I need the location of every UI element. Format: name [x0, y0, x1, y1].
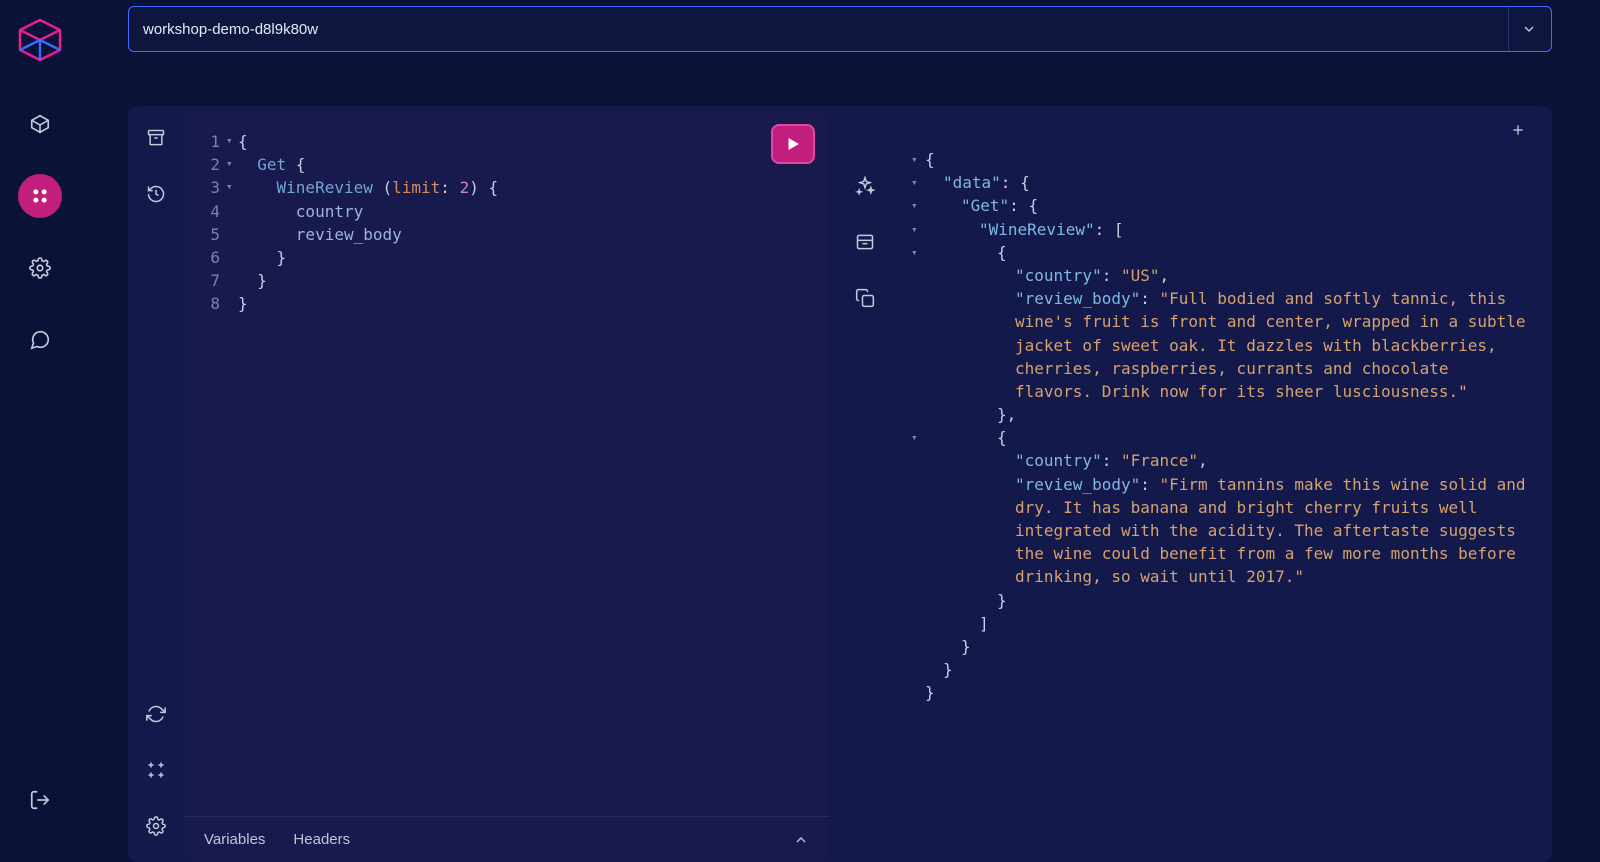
result-line: ▾"data": { [911, 171, 1528, 194]
result-line: } [911, 658, 1528, 681]
nav-cube-icon[interactable] [18, 102, 62, 146]
result-line: ▾{ [911, 241, 1528, 264]
query-panel: 1▾{2▾ Get {3▾ WineReview (limit: 2) {4 c… [184, 112, 829, 862]
result-line: } [911, 681, 1528, 704]
tab-variables[interactable]: Variables [204, 831, 265, 848]
code-line: 1▾{ [198, 130, 811, 153]
weaviate-logo [16, 18, 64, 62]
result-line: } [911, 635, 1528, 658]
nav-chat-icon[interactable] [18, 318, 62, 362]
result-line: }, [911, 403, 1528, 426]
result-line: ] [911, 612, 1528, 635]
result-line: "review_body": "Firm tannins make this w… [911, 473, 1528, 589]
instance-selector[interactable]: workshop-demo-d8l9k80w [128, 6, 1552, 52]
result-line: "country": "France", [911, 449, 1528, 472]
util-column [841, 112, 889, 862]
refresh-icon[interactable] [136, 694, 176, 734]
nav-primary [18, 102, 62, 362]
add-tab-icon[interactable] [1506, 118, 1530, 142]
code-line: 2▾ Get { [198, 153, 811, 176]
code-line: 3▾ WineReview (limit: 2) { [198, 176, 811, 199]
result-line: ▾{ [911, 426, 1528, 449]
header-bar: workshop-demo-d8l9k80w [80, 0, 1600, 58]
copy-icon[interactable] [847, 280, 883, 316]
result-line: "review_body": "Full bodied and softly t… [911, 287, 1528, 403]
query-footer: Variables Headers [184, 816, 829, 862]
workspace: 1▾{2▾ Get {3▾ WineReview (limit: 2) {4 c… [128, 106, 1552, 862]
code-line: 8} [198, 292, 811, 315]
panels: 1▾{2▾ Get {3▾ WineReview (limit: 2) {4 c… [184, 106, 1552, 862]
query-tool-column [128, 106, 184, 862]
nav-grid-icon[interactable] [18, 174, 62, 218]
code-line: 5 review_body [198, 223, 811, 246]
tab-headers[interactable]: Headers [293, 831, 350, 848]
run-button[interactable] [771, 124, 815, 164]
history-icon[interactable] [136, 174, 176, 214]
result-line: ▾"Get": { [911, 194, 1528, 217]
query-editor[interactable]: 1▾{2▾ Get {3▾ WineReview (limit: 2) {4 c… [184, 112, 829, 816]
layout-icon[interactable] [847, 224, 883, 260]
nav-rail [0, 0, 80, 862]
result-viewer[interactable]: ▾{▾"data": {▾"Get": {▾"WineReview": [▾{"… [901, 148, 1546, 862]
result-panel: ▾{▾"data": {▾"Get": {▾"WineReview": [▾{"… [901, 112, 1546, 862]
sparkle-icon[interactable] [847, 168, 883, 204]
nav-gear-icon[interactable] [18, 246, 62, 290]
chevron-up-icon[interactable] [793, 832, 809, 848]
main-area: workshop-demo-d8l9k80w [80, 0, 1600, 862]
keyboard-icon[interactable] [136, 750, 176, 790]
code-line: 4 country [198, 200, 811, 223]
instance-name: workshop-demo-d8l9k80w [143, 21, 318, 38]
result-line: } [911, 589, 1528, 612]
code-line: 6 } [198, 246, 811, 269]
archive-icon[interactable] [136, 118, 176, 158]
settings-icon[interactable] [136, 806, 176, 846]
result-line: ▾"WineReview": [ [911, 218, 1528, 241]
result-line: "country": "US", [911, 264, 1528, 287]
code-line: 7 } [198, 269, 811, 292]
result-line: ▾{ [911, 148, 1528, 171]
chevron-down-icon[interactable] [1508, 7, 1537, 51]
logout-icon[interactable] [18, 778, 62, 822]
